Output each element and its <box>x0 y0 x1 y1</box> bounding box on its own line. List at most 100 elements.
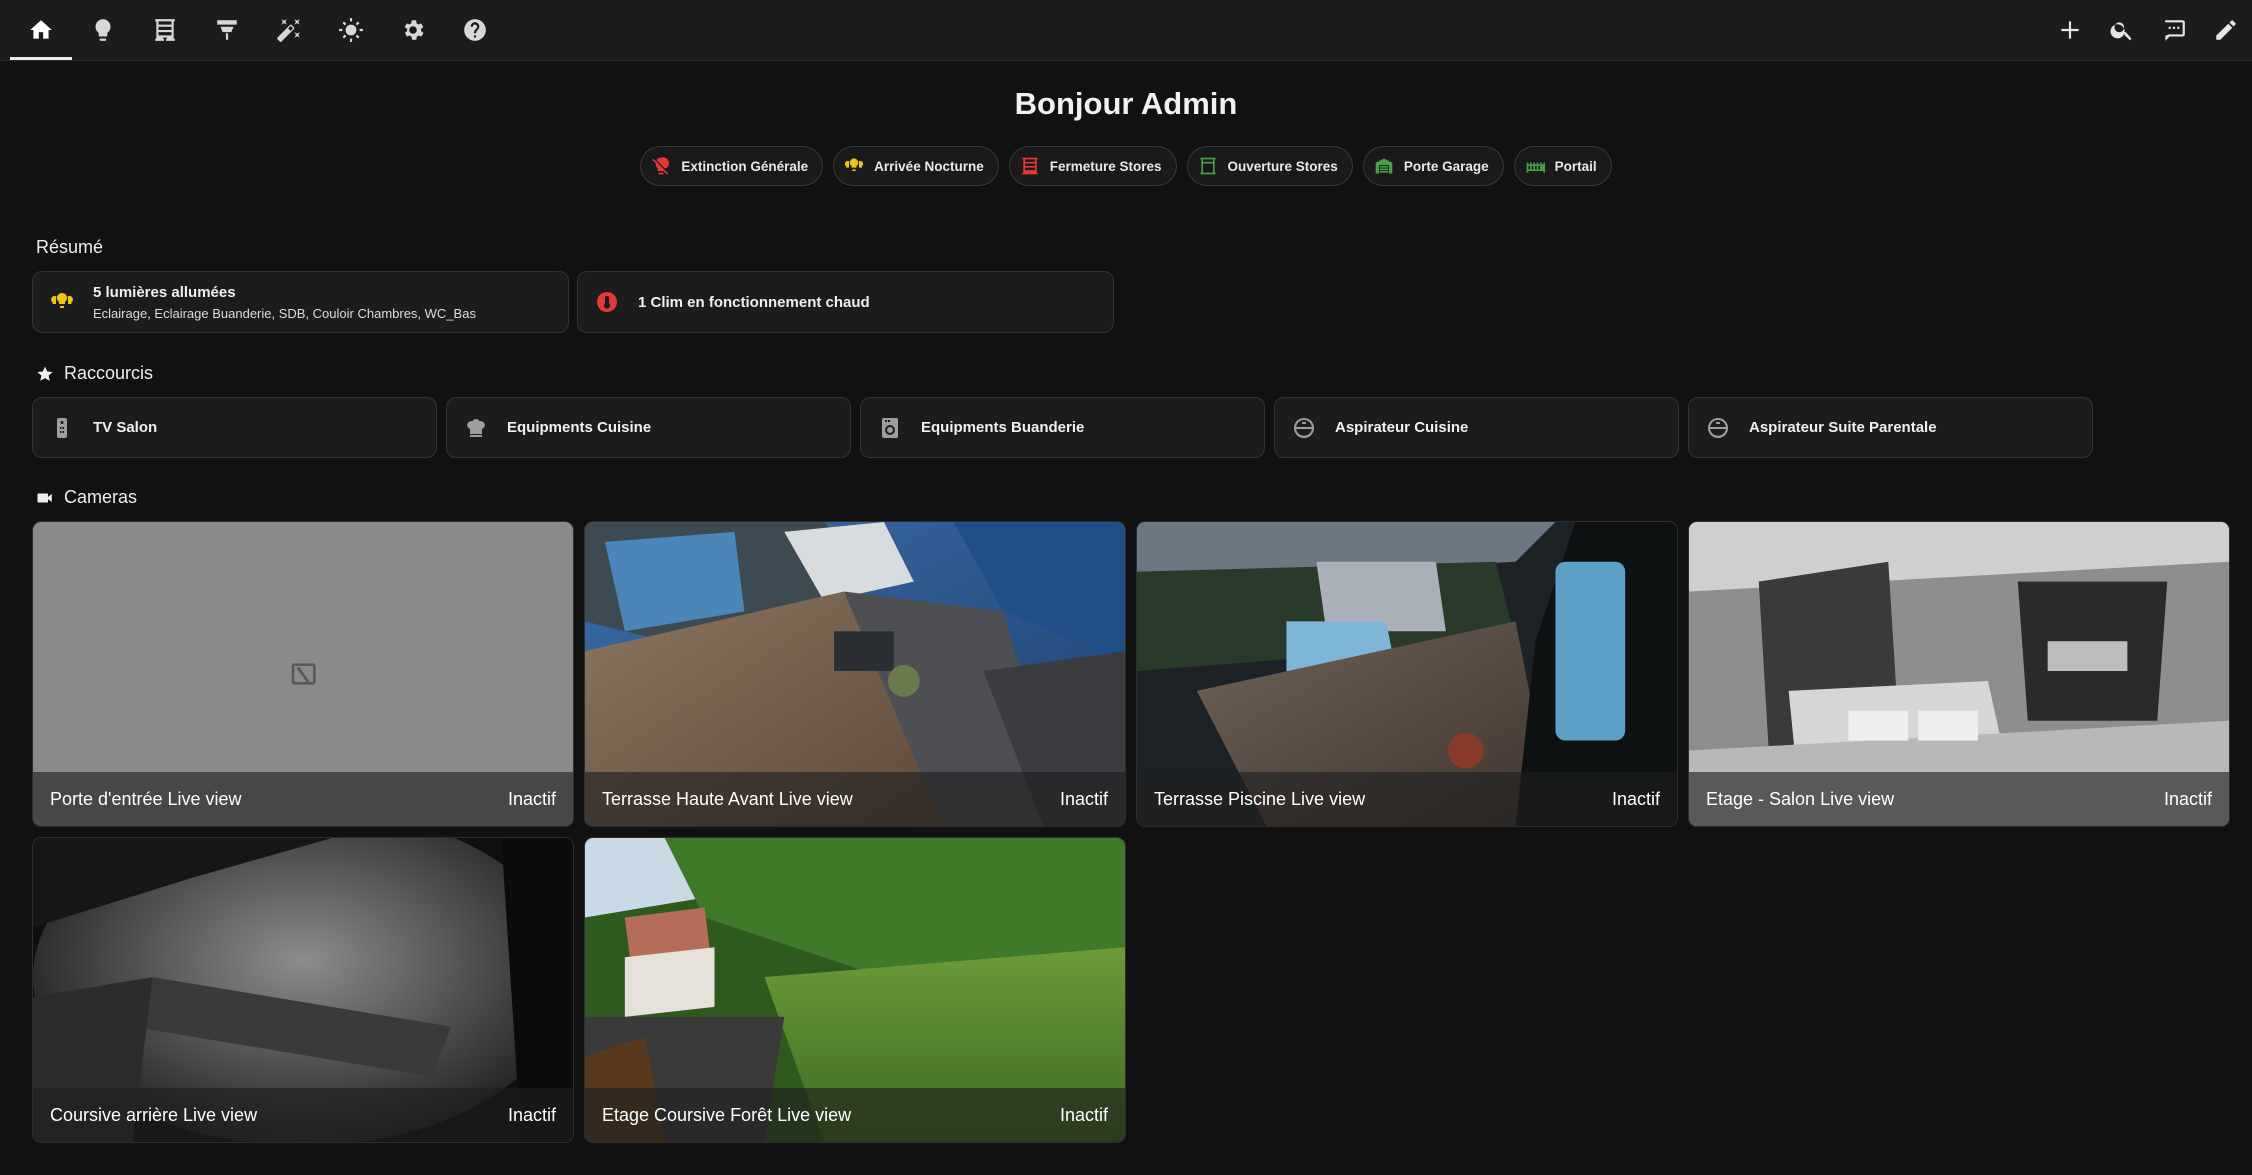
shortcut-label: Equipments Buanderie <box>921 419 1085 436</box>
camera-name: Terrasse Haute Avant Live view <box>602 788 853 809</box>
camera-caption: Coursive arrière Live view Inactif <box>33 1088 573 1142</box>
pencil-icon <box>2216 20 2236 40</box>
tab-fixtures[interactable] <box>196 0 258 60</box>
shortcut-label: Equipments Cuisine <box>507 419 652 436</box>
chip-label: Arrivée Nocturne <box>874 158 984 174</box>
camera-tile-etage-salon[interactable]: Etage - Salon Live view Inactif <box>1688 521 2230 827</box>
section-summary-title: Résumé <box>36 237 103 258</box>
camera-name: Etage - Salon Live view <box>1706 788 1895 809</box>
shortcut-aspirateur-cuisine[interactable]: Aspirateur Cuisine <box>1274 397 1679 458</box>
search-icon <box>2110 22 2132 41</box>
add-button[interactable] <box>2044 0 2096 60</box>
tab-settings[interactable] <box>382 0 444 60</box>
camera-tile-coursive-arriere[interactable]: Coursive arrière Live view Inactif <box>32 837 574 1143</box>
washing-machine-icon <box>877 415 903 441</box>
tab-automations[interactable] <box>258 0 320 60</box>
blinds-open-icon <box>1200 157 1216 175</box>
gate-icon <box>1526 162 1545 173</box>
sun-icon <box>339 18 363 42</box>
camera-state: Inactif <box>507 788 556 809</box>
camera-caption: Etage Coursive Forêt Live view Inactif <box>585 1088 1125 1142</box>
video-off-icon <box>291 663 316 685</box>
camera-state: Inactif <box>1059 1104 1108 1125</box>
chip-fermeture-stores[interactable]: Fermeture Stores <box>1008 146 1177 186</box>
tab-lights[interactable] <box>72 0 134 60</box>
edit-dashboard-button[interactable] <box>2200 0 2252 60</box>
camera-state: Inactif <box>2163 788 2212 809</box>
camera-state: Inactif <box>1611 788 1660 809</box>
shortcut-label: Aspirateur Cuisine <box>1335 419 1469 436</box>
camera-name: Porte d'entrée Live view <box>50 788 242 809</box>
ceiling-fixture-icon <box>217 20 237 40</box>
summary-card-title: 1 Clim en fonctionnement chaud <box>638 293 870 311</box>
blinds-closed-icon <box>1022 157 1038 175</box>
greeting-title: Bonjour Admin <box>1014 86 1238 121</box>
camera-tile-terrasse-haute-avant[interactable]: Terrasse Haute Avant Live view Inactif <box>584 521 1126 827</box>
chip-label: Portail <box>1554 158 1597 174</box>
tab-help[interactable] <box>444 0 506 60</box>
garage-icon <box>1375 158 1393 174</box>
summary-card-title: 5 lumières allumées <box>93 283 236 301</box>
star-icon <box>37 366 53 381</box>
chef-hat-icon <box>463 415 489 441</box>
lightbulb-group-icon <box>49 289 75 315</box>
lightbulb-group-icon <box>845 158 864 171</box>
robot-vacuum-icon <box>1291 415 1317 441</box>
thermostat-icon <box>594 289 620 315</box>
chip-arrivee-nocturne[interactable]: Arrivée Nocturne <box>833 146 999 186</box>
gear-icon <box>404 20 424 40</box>
section-cameras-title: Cameras <box>36 487 137 508</box>
camera-caption: Etage - Salon Live view Inactif <box>1689 772 2229 826</box>
summary-card-lights[interactable]: 5 lumières allumées Eclairage, Eclairage… <box>32 271 569 333</box>
lightbulb-off-icon <box>652 157 670 175</box>
summary-card-clim[interactable]: 1 Clim en fonctionnement chaud <box>577 271 1114 333</box>
camera-tile-etage-coursive-foret[interactable]: Etage Coursive Forêt Live view Inactif <box>584 837 1126 1143</box>
section-cameras-label: Cameras <box>64 487 138 507</box>
section-summary-label: Résumé <box>36 237 104 257</box>
chip-extinction-generale[interactable]: Extinction Générale <box>640 146 824 186</box>
assist-button[interactable] <box>2148 0 2200 60</box>
camera-state: Inactif <box>1059 788 1108 809</box>
search-button[interactable] <box>2096 0 2148 60</box>
top-app-bar <box>0 0 2252 61</box>
summary-card-subtitle: Eclairage, Eclairage Buanderie, SDB, Cou… <box>93 305 476 321</box>
section-shortcuts-title: Raccourcis <box>36 363 153 384</box>
chip-ouverture-stores[interactable]: Ouverture Stores <box>1186 146 1353 186</box>
shortcut-label: TV Salon <box>93 419 158 436</box>
help-circle-icon <box>464 19 486 41</box>
plus-icon <box>2061 21 2079 39</box>
tab-weather[interactable] <box>320 0 382 60</box>
camera-tile-terrasse-piscine[interactable]: Terrasse Piscine Live view Inactif <box>1136 521 1678 827</box>
camera-state: Inactif <box>507 1104 556 1125</box>
quick-actions-row: Extinction Générale Arrivée Nocturne Fer… <box>0 146 2252 186</box>
shortcut-aspirateur-suite-parentale[interactable]: Aspirateur Suite Parentale <box>1688 397 2093 458</box>
lightbulb-icon <box>95 19 111 41</box>
tab-blinds[interactable] <box>134 0 196 60</box>
blinds-icon <box>155 19 175 41</box>
shortcut-equipments-cuisine[interactable]: Equipments Cuisine <box>446 397 851 458</box>
chip-label: Ouverture Stores <box>1227 158 1338 174</box>
shortcut-equipments-buanderie[interactable]: Equipments Buanderie <box>860 397 1265 458</box>
video-icon <box>37 493 52 502</box>
chip-label: Extinction Générale <box>681 158 809 174</box>
camera-caption: Terrasse Piscine Live view Inactif <box>1137 772 1677 826</box>
camera-caption: Porte d'entrée Live view Inactif <box>33 772 573 826</box>
assist-chat-icon <box>2165 20 2185 41</box>
magic-wand-icon <box>277 19 300 42</box>
camera-name: Etage Coursive Forêt Live view <box>602 1104 852 1125</box>
robot-vacuum-icon <box>1705 415 1731 441</box>
shortcut-tv-salon[interactable]: TV Salon <box>32 397 437 458</box>
camera-name: Coursive arrière Live view <box>50 1104 258 1125</box>
chip-label: Porte Garage <box>1403 158 1489 174</box>
camera-caption: Terrasse Haute Avant Live view Inactif <box>585 772 1125 826</box>
section-shortcuts-label: Raccourcis <box>64 363 154 383</box>
remote-control-icon <box>49 415 75 441</box>
chip-portail[interactable]: Portail <box>1513 146 1612 186</box>
shortcut-label: Aspirateur Suite Parentale <box>1749 419 1937 436</box>
chip-porte-garage[interactable]: Porte Garage <box>1362 146 1504 186</box>
tab-home[interactable] <box>10 0 72 60</box>
home-icon <box>30 20 52 39</box>
camera-tile-porte-entree[interactable]: Porte d'entrée Live view Inactif <box>32 521 574 827</box>
camera-name: Terrasse Piscine Live view <box>1154 788 1366 809</box>
chip-label: Fermeture Stores <box>1049 158 1162 174</box>
